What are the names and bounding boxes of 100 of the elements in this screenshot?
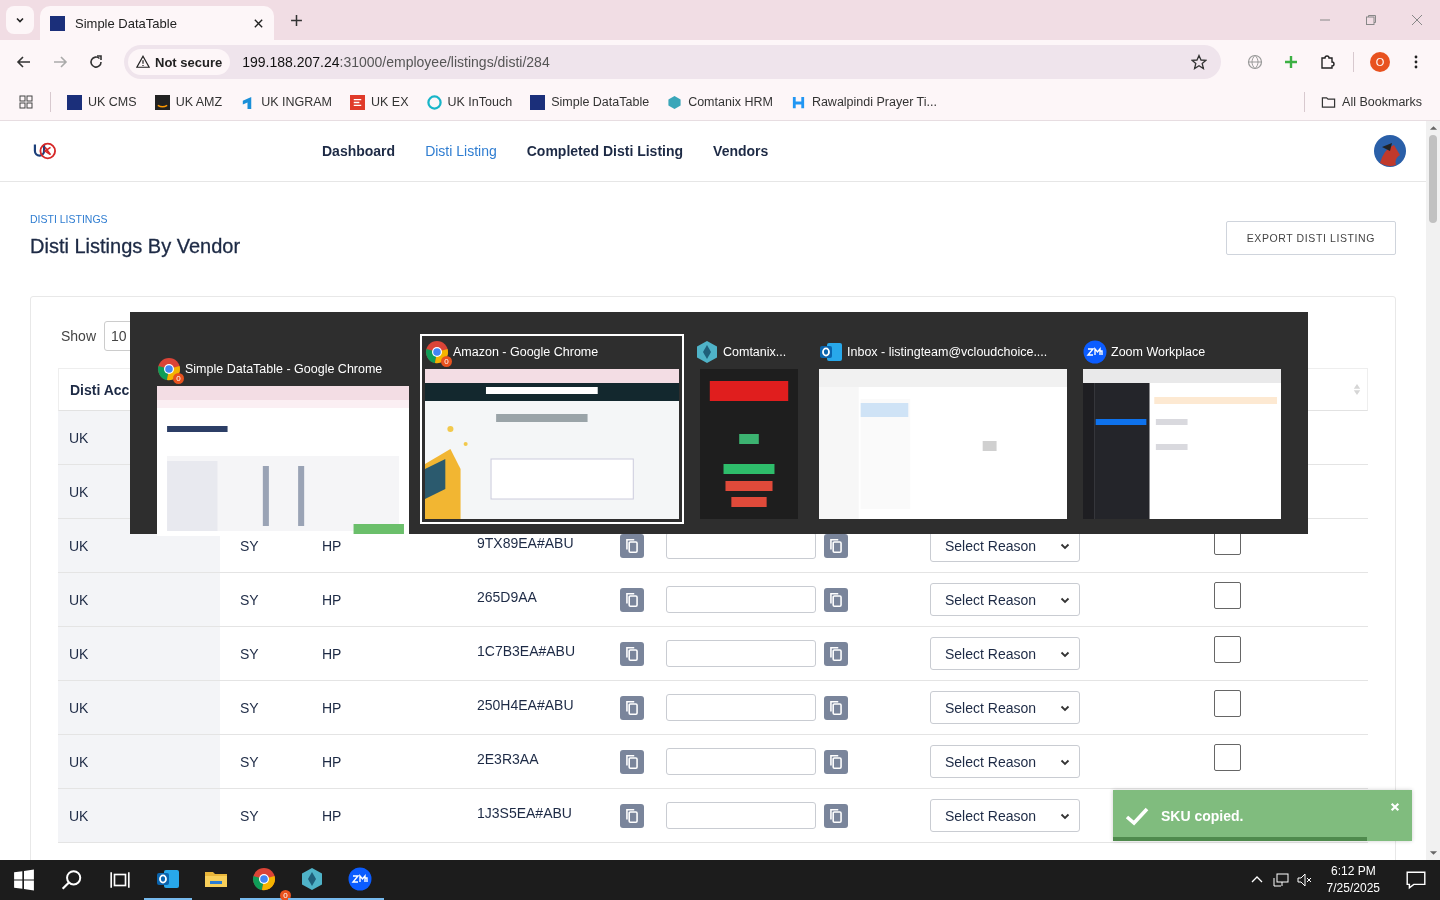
- taskbar-app-icon: [300, 867, 324, 891]
- app-icon: [1083, 340, 1107, 364]
- security-chip[interactable]: Not secure: [128, 49, 231, 75]
- copy-icon: [827, 698, 845, 717]
- profile-avatar[interactable]: O: [1370, 52, 1390, 72]
- table-cell: UK: [58, 573, 220, 626]
- copy-icon: [827, 644, 845, 663]
- scrollbar-thumb[interactable]: [1429, 135, 1437, 223]
- bookmark[interactable]: UK AMZ: [146, 94, 231, 110]
- table-cell-text: HP: [321, 645, 343, 662]
- copy-icon: [623, 806, 641, 825]
- table-cell-text: 250H4EA#ABU: [476, 696, 575, 713]
- bookmark[interactable]: Rawalpindi Prayer Ti...: [782, 94, 945, 110]
- address-bar[interactable]: Not secure 199.188.207.24:31000/employee/listings/disti/284: [124, 45, 1221, 79]
- copy-icon: [827, 752, 845, 771]
- bookmark[interactable]: Simple DataTable: [522, 94, 658, 110]
- close-tab-icon[interactable]: [253, 17, 264, 29]
- reason-select[interactable]: Select Reason: [930, 637, 1080, 670]
- taskbar-app[interactable]: 0: [240, 860, 288, 900]
- window-title: Simple DataTable - Google Chrome: [185, 362, 383, 376]
- table-cell-text: HP: [321, 753, 343, 770]
- scroll-up-icon[interactable]: [1428, 125, 1438, 131]
- app-icon: [819, 340, 843, 364]
- bookmark-favicon-icon: [790, 94, 806, 110]
- bookmark-favicon-icon: [530, 94, 546, 110]
- checkbox[interactable]: [1214, 582, 1241, 609]
- copy-icon: [623, 752, 641, 771]
- nav-link[interactable]: Vendors: [713, 143, 769, 159]
- nav-link[interactable]: Completed Disti Listing: [526, 143, 684, 159]
- input-field[interactable]: [666, 532, 816, 559]
- bookmark[interactable]: UK InTouch: [418, 94, 521, 110]
- copy-icon: [623, 536, 641, 555]
- bookmark[interactable]: UK CMS: [59, 94, 145, 110]
- copy-icon: [827, 806, 845, 825]
- table-cell-text: 9TX89EA#ABU: [476, 534, 575, 551]
- site-favicon-icon: [50, 15, 65, 31]
- scrollbar[interactable]: [1426, 121, 1440, 860]
- window-preview[interactable]: Zoom Workplace: [1078, 334, 1286, 524]
- window-preview[interactable]: 0 Amazon - Google Chrome: [420, 334, 684, 524]
- new-tab-icon[interactable]: [290, 13, 303, 27]
- window-preview[interactable]: Inbox - listingteam@vcloudchoice....: [814, 334, 1072, 524]
- table-cell-text: 265D9AA: [476, 588, 538, 605]
- checkmark-icon: [1125, 805, 1149, 826]
- nav-link[interactable]: Dashboard: [322, 143, 396, 159]
- bookmark[interactable]: UK INGRAM: [232, 94, 340, 110]
- window-title: Inbox - listingteam@vcloudchoice....: [847, 345, 1048, 359]
- logo-icon[interactable]: [32, 140, 58, 162]
- bookmark-favicon-icon: [667, 94, 683, 110]
- reason-select[interactable]: Select Reason: [930, 799, 1080, 832]
- reason-select[interactable]: Select Reason: [930, 745, 1080, 778]
- reason-select[interactable]: Select Reason: [930, 583, 1080, 616]
- taskbar-app-icon: [348, 867, 372, 891]
- copy-icon: [623, 590, 641, 609]
- checkbox[interactable]: [1214, 690, 1241, 717]
- copy-button[interactable]: [620, 533, 644, 558]
- nav-link[interactable]: Disti Listing: [425, 143, 497, 159]
- bookmark[interactable]: UK EX: [342, 94, 417, 110]
- bookmark-favicon-icon: [426, 94, 442, 110]
- table-cell-text: SY: [239, 591, 260, 608]
- close-icon[interactable]: [1411, 14, 1423, 26]
- table-cell-text: SY: [239, 753, 260, 770]
- input-field[interactable]: [666, 802, 816, 829]
- bookmark-favicon-icon: [67, 94, 82, 110]
- copy-icon: [623, 644, 641, 663]
- app-icon: [425, 340, 449, 364]
- app-icon: [695, 340, 719, 364]
- breadcrumb: DISTI LISTINGS: [30, 213, 109, 225]
- input-field[interactable]: [666, 640, 816, 667]
- reason-select[interactable]: Select Reason: [930, 691, 1080, 724]
- export-button[interactable]: EXPORT DISTI LISTING: [1225, 221, 1396, 255]
- table-cell: UK: [58, 681, 220, 734]
- table-cell-text: HP: [321, 699, 343, 716]
- clock-time[interactable]: 6:12 PM: [1330, 863, 1376, 880]
- user-avatar[interactable]: [1374, 135, 1406, 167]
- toast-message: SKU copied.: [1161, 807, 1244, 824]
- bookmark[interactable]: Comtanix HRM: [659, 94, 781, 110]
- browser-tab[interactable]: Simple DataTable: [40, 6, 274, 40]
- input-field[interactable]: [666, 586, 816, 613]
- copy-icon: [827, 590, 845, 609]
- page-title: Disti Listings By Vendor: [30, 235, 241, 258]
- show-label: Show: [61, 328, 97, 344]
- table-cell-text: HP: [321, 591, 343, 608]
- restore-icon[interactable]: [1365, 14, 1377, 26]
- notification-badge: 0: [441, 356, 452, 367]
- table-cell-text: 1J3S5EA#ABU: [476, 804, 573, 821]
- clock-date[interactable]: 7/25/2025: [1326, 880, 1380, 897]
- table-cell-text: 1C7B3EA#ABU: [476, 642, 577, 659]
- table-cell: UK: [58, 789, 220, 842]
- input-field[interactable]: [666, 694, 816, 721]
- checkbox[interactable]: [1214, 636, 1241, 663]
- bookmark-favicon-icon: [350, 94, 365, 110]
- bookmark-favicon-icon: [154, 94, 170, 110]
- all-bookmarks[interactable]: All Bookmarks: [1313, 94, 1430, 110]
- input-field[interactable]: [666, 748, 816, 775]
- table-cell: UK: [58, 627, 220, 680]
- checkbox[interactable]: [1214, 744, 1241, 771]
- window-preview[interactable]: Comtanix...: [690, 334, 808, 524]
- table-cell-text: 2E3R3AA: [476, 750, 540, 767]
- scroll-down-icon[interactable]: [1428, 850, 1438, 856]
- paste-button[interactable]: [824, 533, 848, 558]
